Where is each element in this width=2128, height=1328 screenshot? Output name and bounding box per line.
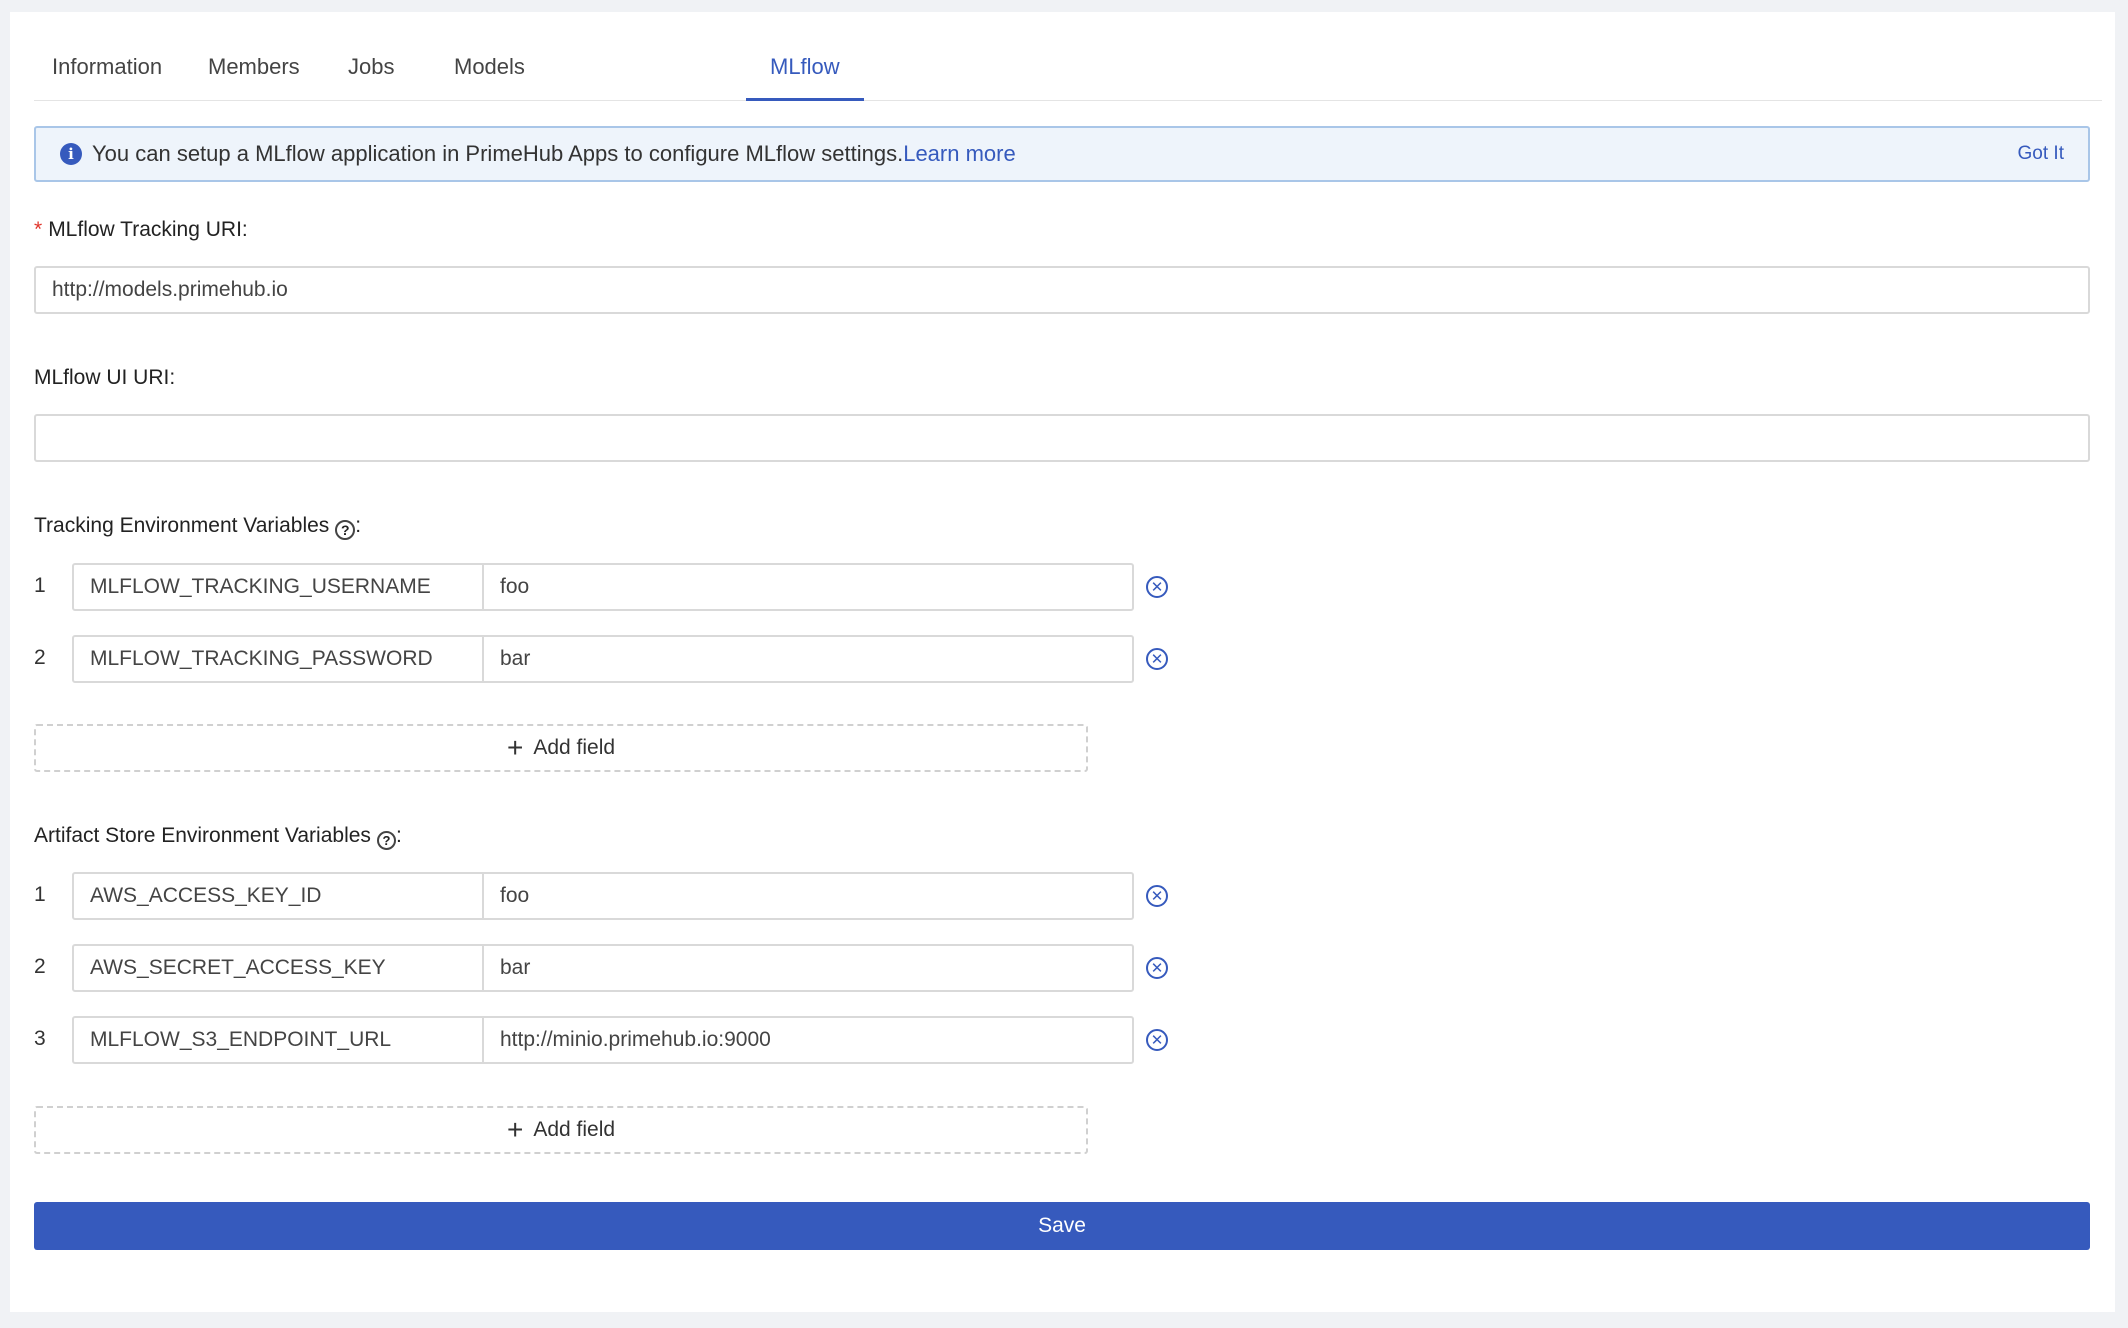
info-alert: i You can setup a MLflow application in … xyxy=(34,126,2090,182)
settings-card: Information Members Jobs Models MLflow i… xyxy=(10,12,2115,1312)
tracking-env-label: Tracking Environment Variables?: xyxy=(34,514,362,540)
question-circle-icon[interactable]: ? xyxy=(335,520,356,540)
env-value-input[interactable] xyxy=(484,637,1132,681)
env-var-pair xyxy=(72,1016,1134,1064)
env-key-input[interactable] xyxy=(74,874,484,918)
info-icon: i xyxy=(60,143,82,165)
ui-uri-label: MLflow UI URI: xyxy=(34,366,176,389)
tracking-env-row: 1 ✕ xyxy=(34,563,1168,611)
tab-models[interactable]: Models xyxy=(430,54,549,100)
env-key-input[interactable] xyxy=(74,946,484,990)
env-var-pair xyxy=(72,872,1134,920)
env-value-input[interactable] xyxy=(484,565,1132,609)
remove-circle-icon[interactable]: ✕ xyxy=(1146,1029,1168,1051)
row-number: 2 xyxy=(34,955,46,978)
artifact-env-row: 1 ✕ xyxy=(34,872,1168,920)
row-number: 3 xyxy=(34,1027,46,1050)
alert-message: You can setup a MLflow application in Pr… xyxy=(92,141,904,166)
tab-information[interactable]: Information xyxy=(28,54,186,100)
env-value-input[interactable] xyxy=(484,874,1132,918)
remove-circle-icon[interactable]: ✕ xyxy=(1146,885,1168,907)
row-number: 1 xyxy=(34,883,46,906)
env-key-input[interactable] xyxy=(74,1018,484,1062)
plus-icon: + xyxy=(506,1114,524,1145)
remove-circle-icon[interactable]: ✕ xyxy=(1146,648,1168,670)
add-artifact-field-button[interactable]: + Add field xyxy=(34,1106,1088,1154)
tab-members[interactable]: Members xyxy=(184,54,324,100)
remove-circle-icon[interactable]: ✕ xyxy=(1146,957,1168,979)
required-mark: * xyxy=(34,218,43,241)
tab-jobs[interactable]: Jobs xyxy=(324,54,418,100)
env-var-pair xyxy=(72,944,1134,992)
artifact-env-row: 3 ✕ xyxy=(34,1016,1168,1064)
add-tracking-field-button[interactable]: + Add field xyxy=(34,724,1088,772)
tracking-uri-input[interactable] xyxy=(34,266,2090,314)
plus-icon: + xyxy=(506,732,524,763)
artifact-env-label: Artifact Store Environment Variables?: xyxy=(34,824,402,850)
remove-circle-icon[interactable]: ✕ xyxy=(1146,576,1168,598)
artifact-env-row: 2 ✕ xyxy=(34,944,1168,992)
tracking-uri-label: * MLflow Tracking URI: xyxy=(34,218,248,241)
env-value-input[interactable] xyxy=(484,946,1132,990)
question-circle-icon[interactable]: ? xyxy=(376,831,396,850)
env-var-pair xyxy=(72,635,1134,683)
row-number: 1 xyxy=(34,574,46,597)
tracking-env-row: 2 ✕ xyxy=(34,635,1168,683)
row-number: 2 xyxy=(34,646,46,669)
env-var-pair xyxy=(72,563,1134,611)
tab-mlflow[interactable]: MLflow xyxy=(746,54,864,101)
mlflow-settings-form: Information Members Jobs Models MLflow i… xyxy=(34,12,2102,1250)
learn-more-link[interactable]: Learn more xyxy=(903,141,1016,167)
got-it-button[interactable]: Got It xyxy=(2018,143,2064,165)
tab-bar: Information Members Jobs Models MLflow xyxy=(34,12,2102,101)
save-button[interactable]: Save xyxy=(34,1202,2090,1250)
env-value-input[interactable] xyxy=(484,1018,1132,1062)
env-key-input[interactable] xyxy=(74,565,484,609)
env-key-input[interactable] xyxy=(74,637,484,681)
ui-uri-input[interactable] xyxy=(34,414,2090,462)
